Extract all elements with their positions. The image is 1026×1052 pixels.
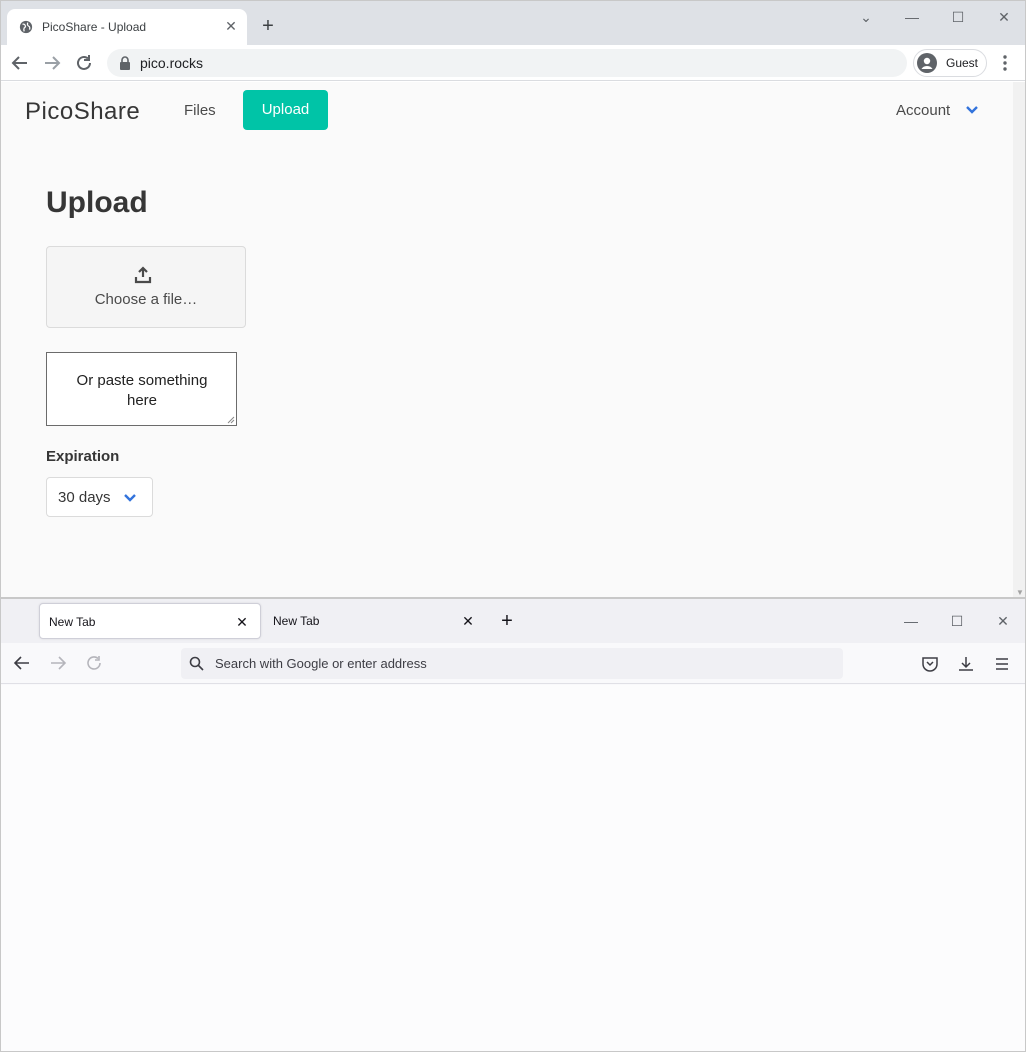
close-icon[interactable]: ✕ [460,613,476,629]
file-picker-label: Choose a file… [94,291,198,308]
address-bar[interactable]: pico.rocks [107,49,907,77]
minimize-button[interactable]: — [888,605,934,637]
close-icon[interactable]: ✕ [223,18,239,34]
site-brand[interactable]: PicoShare [25,98,140,126]
chrome-new-tab-button[interactable]: + [256,14,280,38]
maximize-button[interactable]: ☐ [934,605,980,637]
more-vert-icon[interactable] [997,53,1013,73]
address-placeholder: Search with Google or enter address [215,656,427,671]
close-window-button[interactable]: ✕ [981,1,1025,33]
close-window-button[interactable]: ✕ [980,605,1025,637]
avatar-icon [917,53,937,73]
expiration-select[interactable]: 30 days [46,477,153,517]
back-arrow-icon[interactable] [12,653,32,673]
firefox-tab-title: New Tab [49,615,96,629]
forward-arrow-icon[interactable] [48,653,68,673]
firefox-tab-1[interactable]: New Tab ✕ [39,603,261,639]
firefox-address-bar[interactable]: Search with Google or enter address [181,648,843,679]
picoshare-page: PicoShare Files Upload Account Upload Ch… [1,82,1013,597]
profile-name: Guest [946,56,979,70]
chevron-down-icon [124,494,136,502]
expiration-value: 30 days [58,489,111,506]
tab-search-icon[interactable]: ⌄ [843,1,889,33]
pocket-icon[interactable] [921,655,939,673]
scroll-down-icon[interactable]: ▼ [1016,588,1024,597]
download-icon[interactable] [957,655,975,673]
firefox-tab-title: New Tab [273,614,320,628]
reload-icon[interactable] [84,653,104,673]
expiration-label: Expiration [46,448,120,465]
hamburger-menu-icon[interactable] [993,655,1011,673]
account-label: Account [896,102,951,119]
search-icon [189,656,204,671]
chrome-toolbar: pico.rocks Guest [1,45,1025,81]
chrome-tab-strip: PicoShare - Upload ✕ + ⌄ — ☐ ✕ [1,1,1025,45]
firefox-content-area [1,685,1025,1051]
url-text: pico.rocks [140,55,204,71]
paste-placeholder: Or paste something here [76,372,208,409]
paste-textarea[interactable]: Or paste something here [46,352,237,426]
minimize-button[interactable]: — [889,1,935,33]
firefox-tab-strip: New Tab ✕ New Tab ✕ + — ☐ ✕ [1,599,1025,643]
page-title: Upload [46,186,148,219]
upload-icon [134,266,152,284]
forward-arrow-icon[interactable] [40,51,64,75]
firefox-tab-2[interactable]: New Tab ✕ [264,603,486,639]
chrome-window: PicoShare - Upload ✕ + ⌄ — ☐ ✕ pico.rock… [0,0,1026,598]
page-scrollbar[interactable]: ▼ [1013,82,1025,597]
resize-grip-icon[interactable] [227,416,235,424]
nav-files-link[interactable]: Files [184,102,216,119]
globe-icon [19,20,33,34]
profile-button[interactable]: Guest [913,49,987,77]
back-arrow-icon[interactable] [8,51,32,75]
file-picker[interactable]: Choose a file… [46,246,246,328]
chrome-tab-title: PicoShare - Upload [42,20,147,34]
chevron-down-icon [966,106,978,114]
account-menu[interactable]: Account [896,102,978,119]
close-icon[interactable]: ✕ [234,614,250,630]
reload-icon[interactable] [72,51,96,75]
maximize-button[interactable]: ☐ [935,1,981,33]
firefox-window: New Tab ✕ New Tab ✕ + — ☐ ✕ Search with … [0,598,1026,1052]
lock-icon [120,56,130,70]
firefox-new-tab-button[interactable]: + [497,610,517,632]
firefox-toolbar: Search with Google or enter address [1,643,1025,684]
nav-upload-button[interactable]: Upload [243,90,328,130]
chrome-tab-picoshare[interactable]: PicoShare - Upload ✕ [7,9,247,45]
